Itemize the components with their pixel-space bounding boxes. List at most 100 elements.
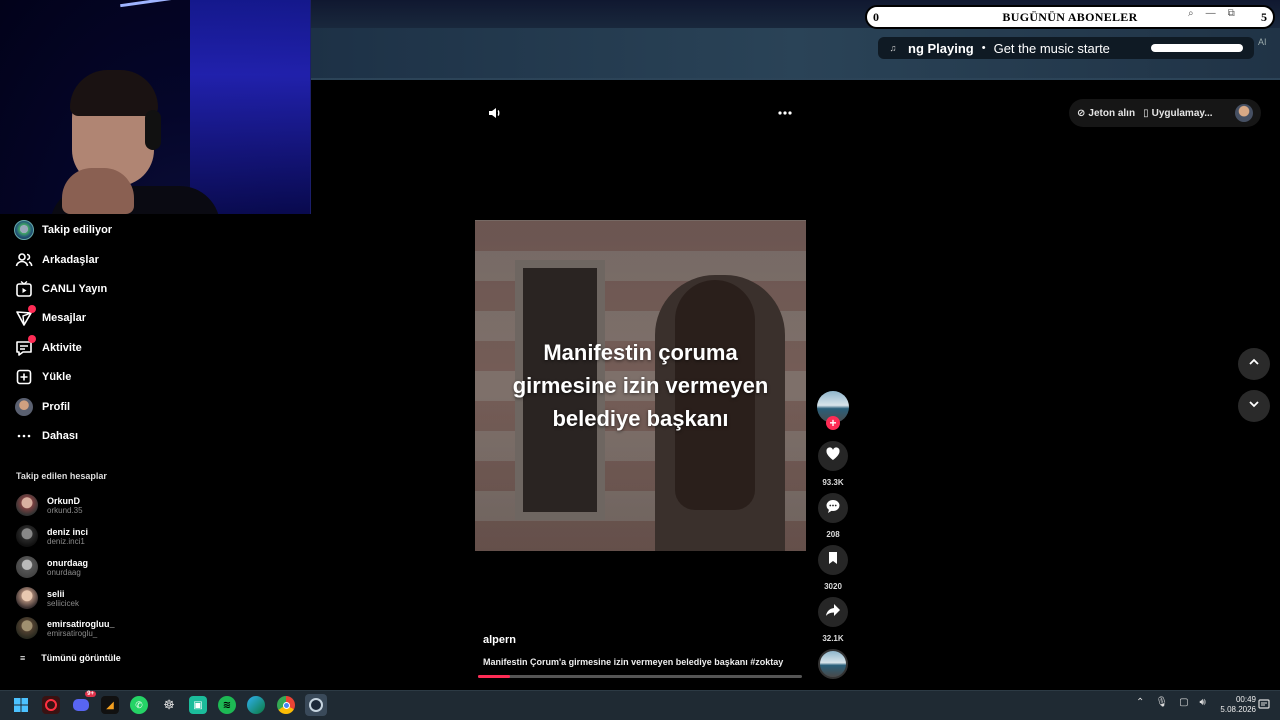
avatar [16, 525, 38, 547]
get-app-label: Uygulamay... [1151, 107, 1213, 119]
header-actions: ⊘ Jeton alın ▯ Uygulamay... [1069, 99, 1261, 127]
windows-start-icon[interactable] [12, 696, 30, 714]
more-options-icon[interactable] [775, 104, 795, 122]
clock-time: 00:49 [1235, 695, 1256, 704]
music-note-icon: ♫ [889, 43, 897, 53]
ai-tag: AI [1258, 37, 1267, 47]
chevron-up-icon [1247, 355, 1261, 374]
notification-icon[interactable] [1258, 698, 1270, 710]
subs-goal: 5 [1261, 9, 1267, 24]
search-icon: ⌕ [1188, 8, 1194, 19]
terminal-icon[interactable]: ◢ [101, 696, 119, 714]
caption-line: belediye başkanı [552, 406, 729, 431]
account-handle: seliicicek [47, 598, 80, 608]
video-progress-fill [478, 675, 511, 678]
music-disc-icon[interactable] [818, 649, 848, 679]
get-app-button[interactable]: ▯ Uygulamay... [1143, 108, 1212, 119]
now-playing-title: ng Playing [908, 40, 974, 56]
sidebar-item-label: Mesajlar [42, 312, 87, 324]
discord-badge: 9+ [85, 691, 96, 697]
speaker-icon[interactable]: 🔊︎ [1200, 697, 1206, 708]
sidebar-item-live[interactable]: CANLI Yayın [14, 279, 107, 299]
hub-icon[interactable]: ☸ [160, 696, 178, 714]
maximize-icon: ⧉ [1227, 8, 1235, 19]
heart-icon [825, 446, 841, 467]
likes-count: 93.3K [822, 478, 844, 487]
discord-icon[interactable]: 9+ [72, 691, 96, 714]
share-button[interactable] [818, 597, 848, 627]
caption-line: girmesine izin vermeyen [512, 373, 769, 398]
save-button[interactable] [818, 545, 848, 575]
chevron-up-icon[interactable]: ⌃ [1136, 697, 1144, 708]
chevron-down-icon [1247, 397, 1261, 416]
system-tray: ⌃ 🎙︎ ▢ 🔊︎ [1136, 697, 1206, 708]
list-item[interactable]: emirsatirogluu_ emirsatiroglu_ [16, 617, 115, 639]
sidebar-item-friends[interactable]: Arkadaşlar [14, 250, 99, 270]
list-item[interactable]: onurdaag onurdaag [16, 556, 88, 578]
account-handle: onurdaag [47, 567, 81, 577]
webcam-overlay [0, 0, 311, 214]
sidebar-item-upload[interactable]: Yükle [14, 367, 71, 387]
get-coins-button[interactable]: ⊘ Jeton alın [1077, 108, 1135, 119]
notification-badge [28, 305, 36, 313]
steam-icon[interactable] [305, 694, 327, 716]
video-description: Manifestin Çorum'a girmesine izin vermey… [483, 657, 784, 667]
account-name: onurdaag [47, 557, 89, 568]
list-item[interactable]: selii seliicicek [16, 587, 79, 609]
activity-icon [14, 335, 36, 358]
sidebar-item-more[interactable]: Dahası [14, 426, 78, 446]
sidebar-item-following[interactable]: Takip ediliyor [14, 220, 112, 240]
like-button[interactable] [818, 441, 848, 471]
edge-icon[interactable] [247, 696, 265, 714]
notification-badge [28, 335, 36, 343]
opera-gx-icon[interactable] [42, 696, 60, 714]
saves-count: 3020 [824, 582, 842, 591]
whatsapp-icon[interactable]: ✆ [130, 696, 148, 714]
comment-button[interactable] [818, 493, 848, 523]
list-item[interactable]: deniz inci deniz.inci1 [16, 525, 88, 547]
sidebar-item-label: Takip ediliyor [42, 224, 113, 236]
video-progress-bar[interactable] [478, 675, 802, 678]
user-avatar[interactable] [1235, 104, 1253, 122]
volume-icon[interactable] [486, 104, 504, 122]
previous-video-button[interactable] [1238, 348, 1270, 380]
chrome-icon[interactable] [277, 696, 295, 714]
bookmark-icon [826, 550, 840, 571]
sidebar-item-label: Dahası [42, 430, 79, 442]
video-author[interactable]: alpern [483, 634, 516, 646]
friends-icon [14, 250, 34, 270]
now-playing-widget: ♫ ng Playing • Get the music starte [878, 37, 1254, 59]
phone-icon: ▯ [1143, 107, 1149, 119]
next-video-button[interactable] [1238, 390, 1270, 422]
sidebar-item-label: Profil [42, 401, 71, 413]
avatar [16, 494, 38, 516]
caption-line: Manifestin çoruma [543, 340, 738, 365]
video-caption-overlay: Manifestin çoruma girmesine izin vermeye… [475, 336, 806, 435]
sidebar-item-activity[interactable]: Aktivite [14, 335, 82, 358]
display-icon[interactable]: ▢ [1179, 697, 1188, 708]
spotify-icon[interactable]: ≋ [218, 696, 236, 714]
account-name: emirsatirogluu_ [47, 618, 115, 629]
list-item[interactable]: OrkunD orkund.35 [16, 494, 83, 516]
now-playing-separator: • [981, 42, 986, 54]
minimize-icon: — [1205, 8, 1216, 19]
sidebar-item-label: Aktivite [42, 342, 82, 354]
microphone-icon[interactable]: 🎙︎ [1155, 697, 1168, 708]
avatar [16, 556, 38, 578]
see-all-button[interactable]: ≡ Tümünü görüntüle [20, 653, 121, 663]
now-playing-progress [1151, 44, 1243, 52]
account-name: selii [47, 588, 65, 599]
list-icon: ≡ [20, 653, 26, 663]
upload-icon [14, 367, 34, 387]
game-app-icon[interactable]: ▣ [189, 696, 207, 714]
inbox-icon [14, 305, 36, 328]
sidebar-item-label: Arkadaşlar [42, 254, 99, 266]
taskbar-clock[interactable]: 00:49 5.08.2026 [1212, 695, 1256, 715]
sidebar-item-profile[interactable]: Profil [14, 397, 70, 417]
account-handle: orkund.35 [47, 505, 83, 515]
see-all-label: Tümünü görüntüle [41, 653, 121, 663]
follow-button[interactable]: + [826, 416, 840, 430]
sidebar-item-messages[interactable]: Mesajlar [14, 305, 87, 328]
account-name: deniz inci [47, 526, 89, 537]
following-accounts-title: Takip edilen hesaplar [16, 471, 107, 481]
